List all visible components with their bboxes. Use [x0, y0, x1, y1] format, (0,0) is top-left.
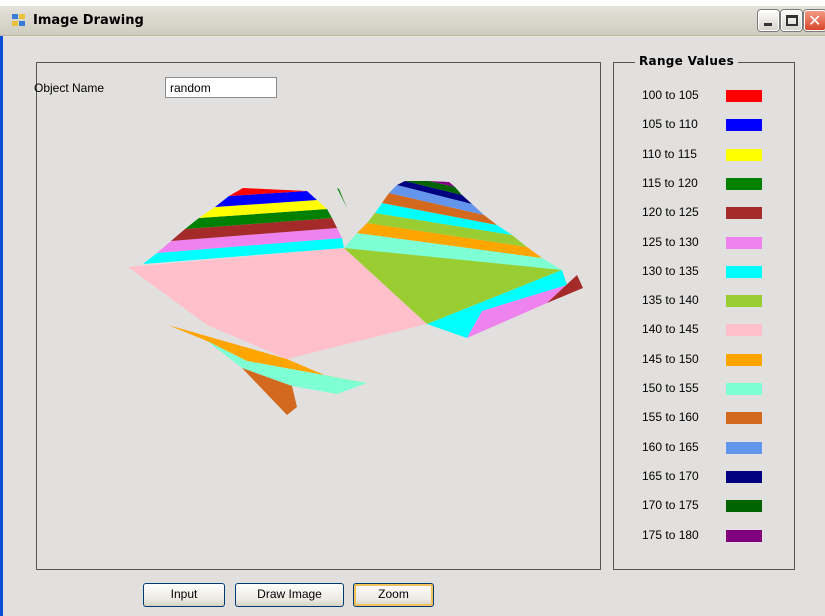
- title-bar[interactable]: Image Drawing ✕: [0, 6, 825, 36]
- range-values-group: [613, 62, 795, 570]
- range-color-swatch: [726, 148, 762, 161]
- range-color-swatch: [726, 441, 762, 454]
- drawing-panel: [36, 62, 601, 570]
- range-color-swatch: [726, 207, 762, 220]
- object-name-input[interactable]: random: [165, 77, 277, 98]
- range-label: 150 to 155: [642, 381, 699, 395]
- close-icon: ✕: [808, 11, 822, 30]
- close-button[interactable]: ✕: [804, 10, 825, 31]
- range-label: 155 to 160: [642, 410, 699, 425]
- surface-band: [337, 188, 347, 208]
- range-color-swatch: [726, 383, 762, 395]
- range-label: 110 to 115: [642, 146, 697, 161]
- range-label: 170 to 175: [642, 498, 699, 513]
- range-color-swatch: [726, 529, 762, 542]
- client-area: Object Name random Range Values 100 to 1…: [3, 37, 825, 616]
- range-label: 115 to 120: [642, 175, 698, 190]
- range-color-swatch: [726, 90, 762, 102]
- object-drawing: [128, 181, 583, 415]
- object-name-label: Object Name: [34, 81, 105, 95]
- range-values-title: Range Values: [635, 54, 739, 68]
- range-label: 120 to 125: [642, 205, 699, 220]
- image-drawing-window: Image Drawing ✕ Object Name random Range…: [0, 6, 825, 616]
- range-color-swatch: [726, 353, 762, 366]
- range-color-swatch: [726, 412, 762, 425]
- range-label: 165 to 170: [642, 468, 699, 483]
- range-color-swatch: [726, 470, 762, 483]
- range-label: 160 to 165: [642, 439, 699, 454]
- range-color-swatch: [726, 236, 762, 249]
- range-label: 125 to 130: [642, 234, 699, 249]
- maximize-button[interactable]: [781, 10, 802, 31]
- range-label: 105 to 110: [642, 117, 698, 132]
- range-color-swatch: [726, 265, 762, 278]
- app-window-icon: [12, 14, 28, 28]
- range-color-swatch: [726, 500, 762, 513]
- range-label: 145 to 150: [642, 351, 699, 366]
- range-color-swatch: [726, 119, 762, 132]
- minimize-icon: [764, 23, 772, 26]
- range-label: 135 to 140: [642, 293, 699, 308]
- maximize-icon: [786, 15, 798, 26]
- draw-image-button[interactable]: Draw Image: [235, 583, 344, 607]
- zoom-button[interactable]: Zoom: [353, 583, 434, 607]
- range-label: 175 to 180: [642, 527, 699, 542]
- window-title: Image Drawing: [33, 13, 144, 28]
- range-color-swatch: [726, 295, 762, 308]
- range-color-swatch: [726, 177, 762, 190]
- input-button[interactable]: Input: [143, 583, 225, 607]
- range-label: 130 to 135: [642, 263, 699, 278]
- range-color-swatch: [726, 324, 762, 337]
- range-label: 100 to 105: [642, 88, 699, 102]
- minimize-button[interactable]: [758, 10, 779, 31]
- range-label: 140 to 145: [642, 322, 699, 337]
